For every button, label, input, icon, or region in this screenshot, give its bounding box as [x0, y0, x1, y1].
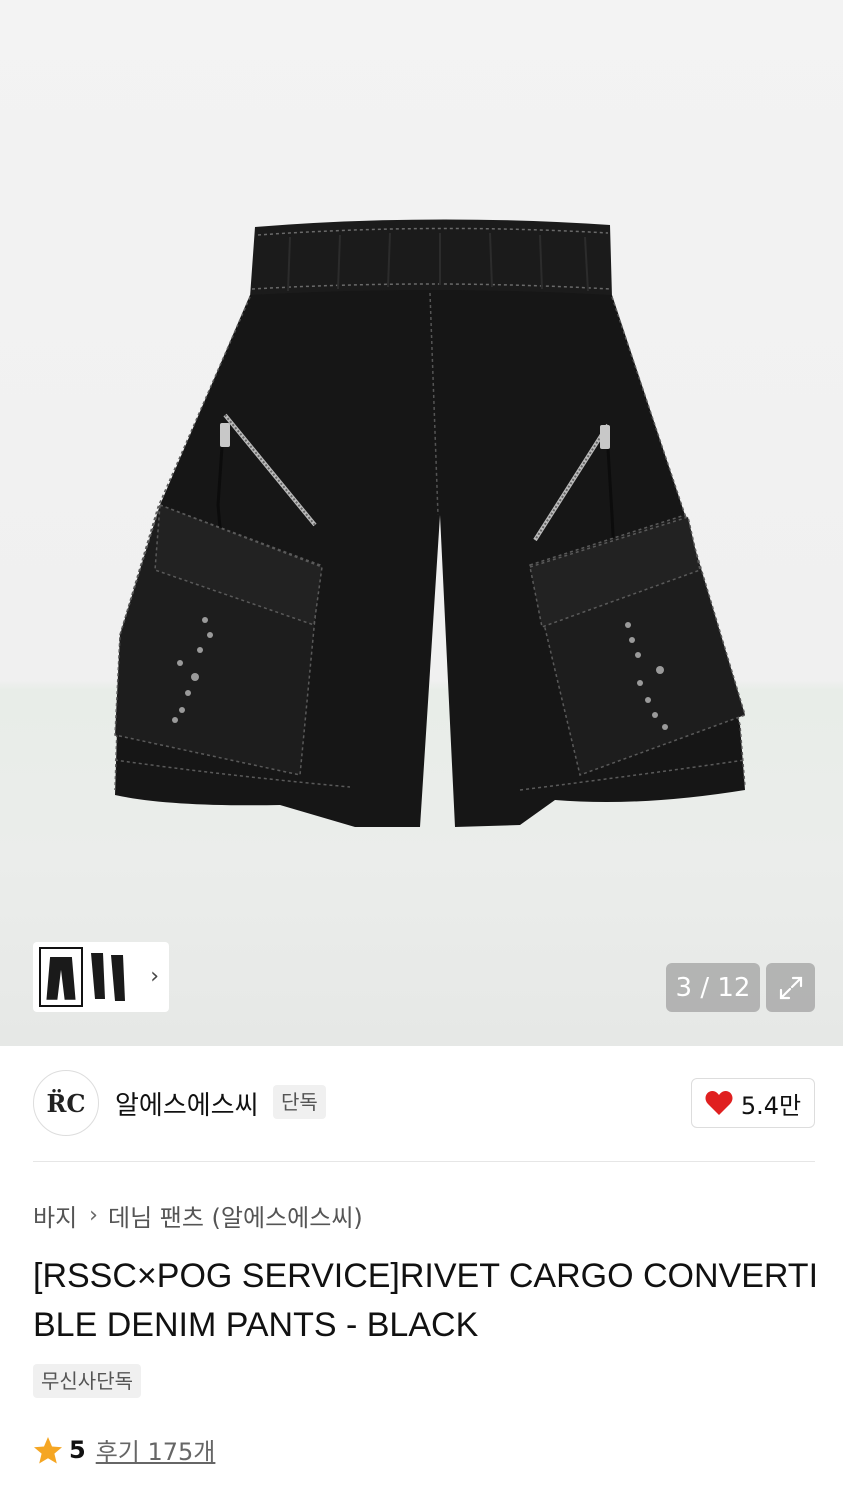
product-gallery[interactable]: › 3 / 12 — [0, 0, 843, 1046]
exclusive-tag: 무신사단독 — [33, 1364, 141, 1398]
expand-button[interactable] — [766, 963, 815, 1012]
brand-logo[interactable]: R̈C — [33, 1070, 99, 1136]
brand-exclusive-badge: 단독 — [273, 1085, 326, 1119]
breadcrumb: 바지 › 데님 팬츠 (알에스에스씨) — [33, 1198, 363, 1233]
divider — [33, 1161, 815, 1162]
chevron-right-icon: › — [89, 1203, 98, 1228]
like-button[interactable]: 5.4만 — [691, 1078, 815, 1128]
page-indicator-label: 3 / 12 — [675, 972, 751, 1003]
review-link[interactable]: 후기 175개 — [96, 1432, 216, 1467]
thumbnail-more-icon[interactable]: › — [150, 964, 159, 989]
rating-score: 5 — [69, 1435, 86, 1464]
expand-icon — [779, 976, 802, 999]
like-count: 5.4만 — [740, 1091, 802, 1120]
brand-row: R̈C 알에스에스씨 단독 5.4만 — [33, 1070, 815, 1136]
breadcrumb-category[interactable]: 바지 — [33, 1198, 77, 1233]
heart-icon — [705, 1091, 733, 1115]
brand-name[interactable]: 알에스에스씨 — [115, 1085, 259, 1122]
rating-row: 5 후기 175개 — [33, 1432, 215, 1467]
breadcrumb-subcategory[interactable]: 데님 팬츠 (알에스에스씨) — [108, 1198, 363, 1233]
thumbnail-1[interactable] — [39, 947, 83, 1007]
thumbnail-strip[interactable]: › — [33, 942, 169, 1012]
brand-logo-text: R̈C — [46, 1088, 86, 1118]
page-indicator: 3 / 12 — [666, 963, 760, 1012]
thumbnail-2[interactable] — [85, 947, 129, 1007]
product-image[interactable] — [100, 215, 760, 840]
star-icon — [34, 1436, 62, 1463]
product-title: [RSSC×POG SERVICE]RIVET CARGO CONVERTIBL… — [33, 1257, 819, 1344]
